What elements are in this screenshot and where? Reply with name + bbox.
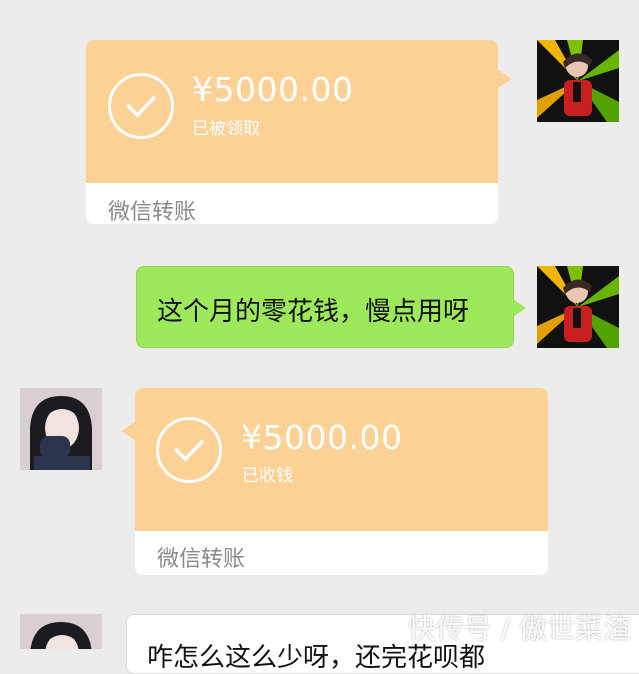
transfer-card-sent[interactable]: ¥5000.00 已被领取 微信转账 (86, 40, 512, 225)
transfer-footer-label: 微信转账 (108, 200, 197, 225)
bubble-tail (498, 70, 512, 88)
bubble-tail (121, 422, 135, 440)
transfer-amount: ¥5000.00 (192, 70, 354, 109)
bubble-tail (513, 299, 526, 317)
transfer-footer-label: 微信转账 (157, 547, 246, 572)
avatar-receiver[interactable] (20, 614, 102, 649)
message-text: 这个月的零花钱，慢点用呀 (157, 297, 470, 327)
avatar-receiver[interactable] (20, 388, 102, 470)
avatar-sender[interactable] (537, 266, 619, 348)
check-circle-icon (108, 73, 174, 139)
message-bubble-sent[interactable]: 这个月的零花钱，慢点用呀 (136, 266, 526, 348)
watermark: 快传号 / 傲世菜渣 (407, 612, 631, 645)
transfer-status: 已被领取 (192, 119, 260, 139)
transfer-card-received[interactable]: ¥5000.00 已收钱 微信转账 (121, 388, 548, 575)
transfer-amount: ¥5000.00 (241, 418, 403, 457)
avatar-sender[interactable] (537, 40, 619, 122)
check-circle-icon (156, 417, 222, 483)
chat-view: ¥5000.00 已被领取 微信转账 这个月的零花钱，慢点用呀 ¥5000.00… (0, 0, 639, 674)
transfer-status: 已收钱 (242, 466, 293, 486)
